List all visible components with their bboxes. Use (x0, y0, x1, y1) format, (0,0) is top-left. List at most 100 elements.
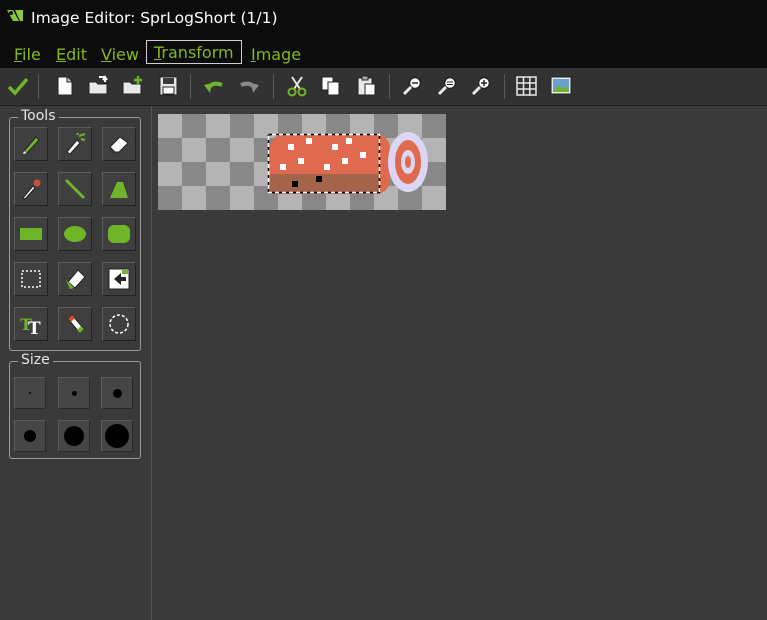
tools-group: Tools T T (9, 108, 141, 351)
lasso-tool[interactable] (102, 307, 136, 341)
new-file-icon (57, 76, 73, 96)
confirm-button[interactable] (6, 75, 30, 97)
checker-cell (158, 138, 182, 162)
redo-icon (240, 81, 259, 93)
paste-selection-tool[interactable] (102, 262, 136, 296)
image-preview-icon (550, 76, 572, 95)
title-bar: Image Editor: SprLogShort (1/1) (0, 0, 767, 38)
eraser-tool[interactable] (102, 127, 136, 161)
paste-icon (357, 75, 376, 96)
checker-cell (158, 162, 182, 186)
size-3-button[interactable] (101, 377, 133, 409)
select-region-icon (21, 270, 41, 288)
size-2-icon (72, 391, 77, 396)
spray-icon (66, 132, 86, 155)
zoom-out-icon (402, 76, 422, 96)
checker-cell (230, 186, 254, 210)
text-tool[interactable]: TT (14, 307, 48, 341)
size-6-button[interactable] (101, 420, 133, 452)
checker-cell (422, 114, 446, 138)
toolbar-separator (504, 74, 505, 99)
checker-cell (206, 114, 230, 138)
size-group: Size (9, 352, 141, 459)
size-4-icon (24, 430, 36, 442)
new-image-button[interactable] (53, 75, 77, 97)
zoom-reset-button[interactable] (436, 75, 460, 97)
menu-view[interactable]: View (101, 45, 139, 64)
size-1-button[interactable] (14, 377, 46, 409)
menu-bar: File Edit View Transform Image (0, 38, 767, 68)
checker-cell (182, 186, 206, 210)
polygon-icon (110, 182, 128, 198)
rounded-rectangle-tool[interactable] (102, 217, 136, 251)
rectangle-icon (20, 228, 42, 240)
checker-cell (206, 186, 230, 210)
eraser-icon (109, 136, 129, 153)
log-bark-bottom (270, 174, 380, 194)
size-5-icon (64, 426, 84, 446)
size-6-icon (105, 424, 129, 448)
color-picker-icon (22, 179, 41, 200)
add-image-button[interactable] (121, 75, 145, 97)
checker-cell (182, 162, 206, 186)
checker-cell (230, 162, 254, 186)
size-2-button[interactable] (58, 377, 90, 409)
line-tool[interactable] (58, 172, 92, 206)
spray-tool[interactable] (58, 127, 92, 161)
color-replace-tool[interactable] (58, 307, 92, 341)
knot-dot (316, 176, 322, 182)
grid-icon (516, 76, 537, 96)
checker-cell (230, 138, 254, 162)
copy-button[interactable] (319, 75, 343, 97)
sprite-canvas[interactable] (158, 114, 446, 210)
toolbar-separator (190, 74, 191, 99)
color-picker-tool[interactable] (14, 172, 48, 206)
size-1-icon (29, 392, 31, 394)
checkmark-icon (7, 77, 29, 96)
checker-cell (206, 138, 230, 162)
preview-button[interactable] (549, 75, 573, 97)
toolbar-separator (273, 74, 274, 99)
cut-button[interactable] (285, 75, 309, 97)
menu-edit[interactable]: Edit (56, 45, 87, 64)
redo-button[interactable] (237, 75, 261, 97)
zoom-in-button[interactable] (470, 75, 494, 97)
rounded-rectangle-icon (108, 225, 130, 243)
polygon-tool[interactable] (102, 172, 136, 206)
toolbar-separator (389, 74, 390, 99)
open-image-button[interactable] (87, 75, 111, 97)
open-folder-icon (88, 75, 108, 95)
ellipse-tool[interactable] (58, 217, 92, 251)
paste-selection-icon (108, 268, 130, 290)
menu-file[interactable]: File (14, 45, 41, 64)
gamemaker-logo-icon (5, 7, 25, 25)
size-3-icon (113, 389, 122, 398)
undo-button[interactable] (202, 75, 226, 97)
menu-image[interactable]: Image (251, 45, 301, 64)
menu-transform[interactable]: Transform (146, 40, 242, 64)
size-5-button[interactable] (58, 420, 90, 452)
size-4-button[interactable] (14, 420, 46, 452)
toolbar (0, 68, 767, 106)
zoom-out-button[interactable] (401, 75, 425, 97)
paste-button[interactable] (355, 75, 379, 97)
pencil-tool[interactable] (14, 127, 48, 161)
line-icon (64, 178, 86, 200)
knot-dot (292, 181, 298, 187)
toggle-grid-button[interactable] (515, 75, 539, 97)
save-button[interactable] (157, 75, 181, 97)
checker-cell (206, 162, 230, 186)
ellipse-icon (64, 226, 86, 242)
sidebar: Tools T T Size (0, 106, 151, 620)
color-replace-icon (67, 314, 85, 334)
svg-text:T: T (28, 319, 41, 336)
magic-wand-tool[interactable] (58, 262, 92, 296)
pencil-icon (23, 136, 40, 154)
add-folder-icon (122, 76, 142, 95)
checker-cell (230, 114, 254, 138)
rectangle-tool[interactable] (14, 217, 48, 251)
checker-cell (182, 114, 206, 138)
select-region-tool[interactable] (14, 262, 48, 296)
checker-cell (158, 114, 182, 138)
log-sprite (270, 132, 428, 194)
